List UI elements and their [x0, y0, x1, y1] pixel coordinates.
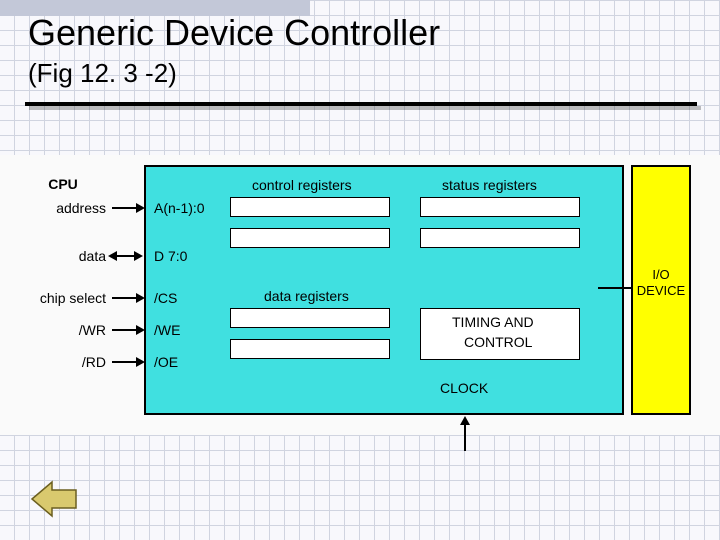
- sig-oe: /OE: [154, 354, 178, 370]
- label-timing-l1: TIMING AND: [452, 314, 534, 330]
- arrow-wr: [112, 329, 136, 331]
- label-timing-l2: CONTROL: [464, 334, 532, 350]
- slide-subtitle: (Fig 12. 3 -2): [28, 58, 177, 89]
- box-status-reg-2: [420, 228, 580, 248]
- cpu-row-data: data: [20, 248, 106, 264]
- cpu-row-address: address: [20, 200, 106, 216]
- back-arrow-icon: [30, 505, 78, 522]
- slide-root: Generic Device Controller (Fig 12. 3 -2)…: [0, 0, 720, 540]
- slide-title: Generic Device Controller: [28, 12, 440, 54]
- label-clock: CLOCK: [440, 380, 488, 396]
- arrow-clock-head: [460, 416, 470, 425]
- box-control-reg-1: [230, 197, 390, 217]
- io-device-l2: DEVICE: [633, 283, 689, 299]
- sig-we: /WE: [154, 322, 180, 338]
- io-device-box: I/O DEVICE: [631, 165, 691, 415]
- arrowhead-data-r: [134, 251, 143, 261]
- cpu-header: CPU: [20, 176, 106, 192]
- arrow-cs: [112, 297, 136, 299]
- label-data-registers: data registers: [264, 288, 349, 304]
- arrow-address: [112, 207, 136, 209]
- sig-d: D 7:0: [154, 248, 187, 264]
- cpu-row-wr: /WR: [20, 322, 106, 338]
- box-data-reg-2: [230, 339, 390, 359]
- arrow-data: [116, 255, 134, 257]
- title-underline: [25, 102, 697, 106]
- sig-cs: /CS: [154, 290, 177, 306]
- back-button[interactable]: [30, 480, 78, 518]
- arrow-clock-shaft: [464, 423, 466, 451]
- label-control-registers: control registers: [252, 177, 352, 193]
- cpu-row-chipselect: chip select: [20, 290, 106, 306]
- io-device-l1: I/O: [633, 267, 689, 283]
- box-data-reg-1: [230, 308, 390, 328]
- arrow-rd: [112, 361, 136, 363]
- label-status-registers: status registers: [442, 177, 537, 193]
- box-status-reg-1: [420, 197, 580, 217]
- box-control-reg-2: [230, 228, 390, 248]
- sig-a: A(n-1):0: [154, 200, 205, 216]
- cpu-row-rd: /RD: [20, 354, 106, 370]
- arrowhead-data-l: [108, 251, 117, 261]
